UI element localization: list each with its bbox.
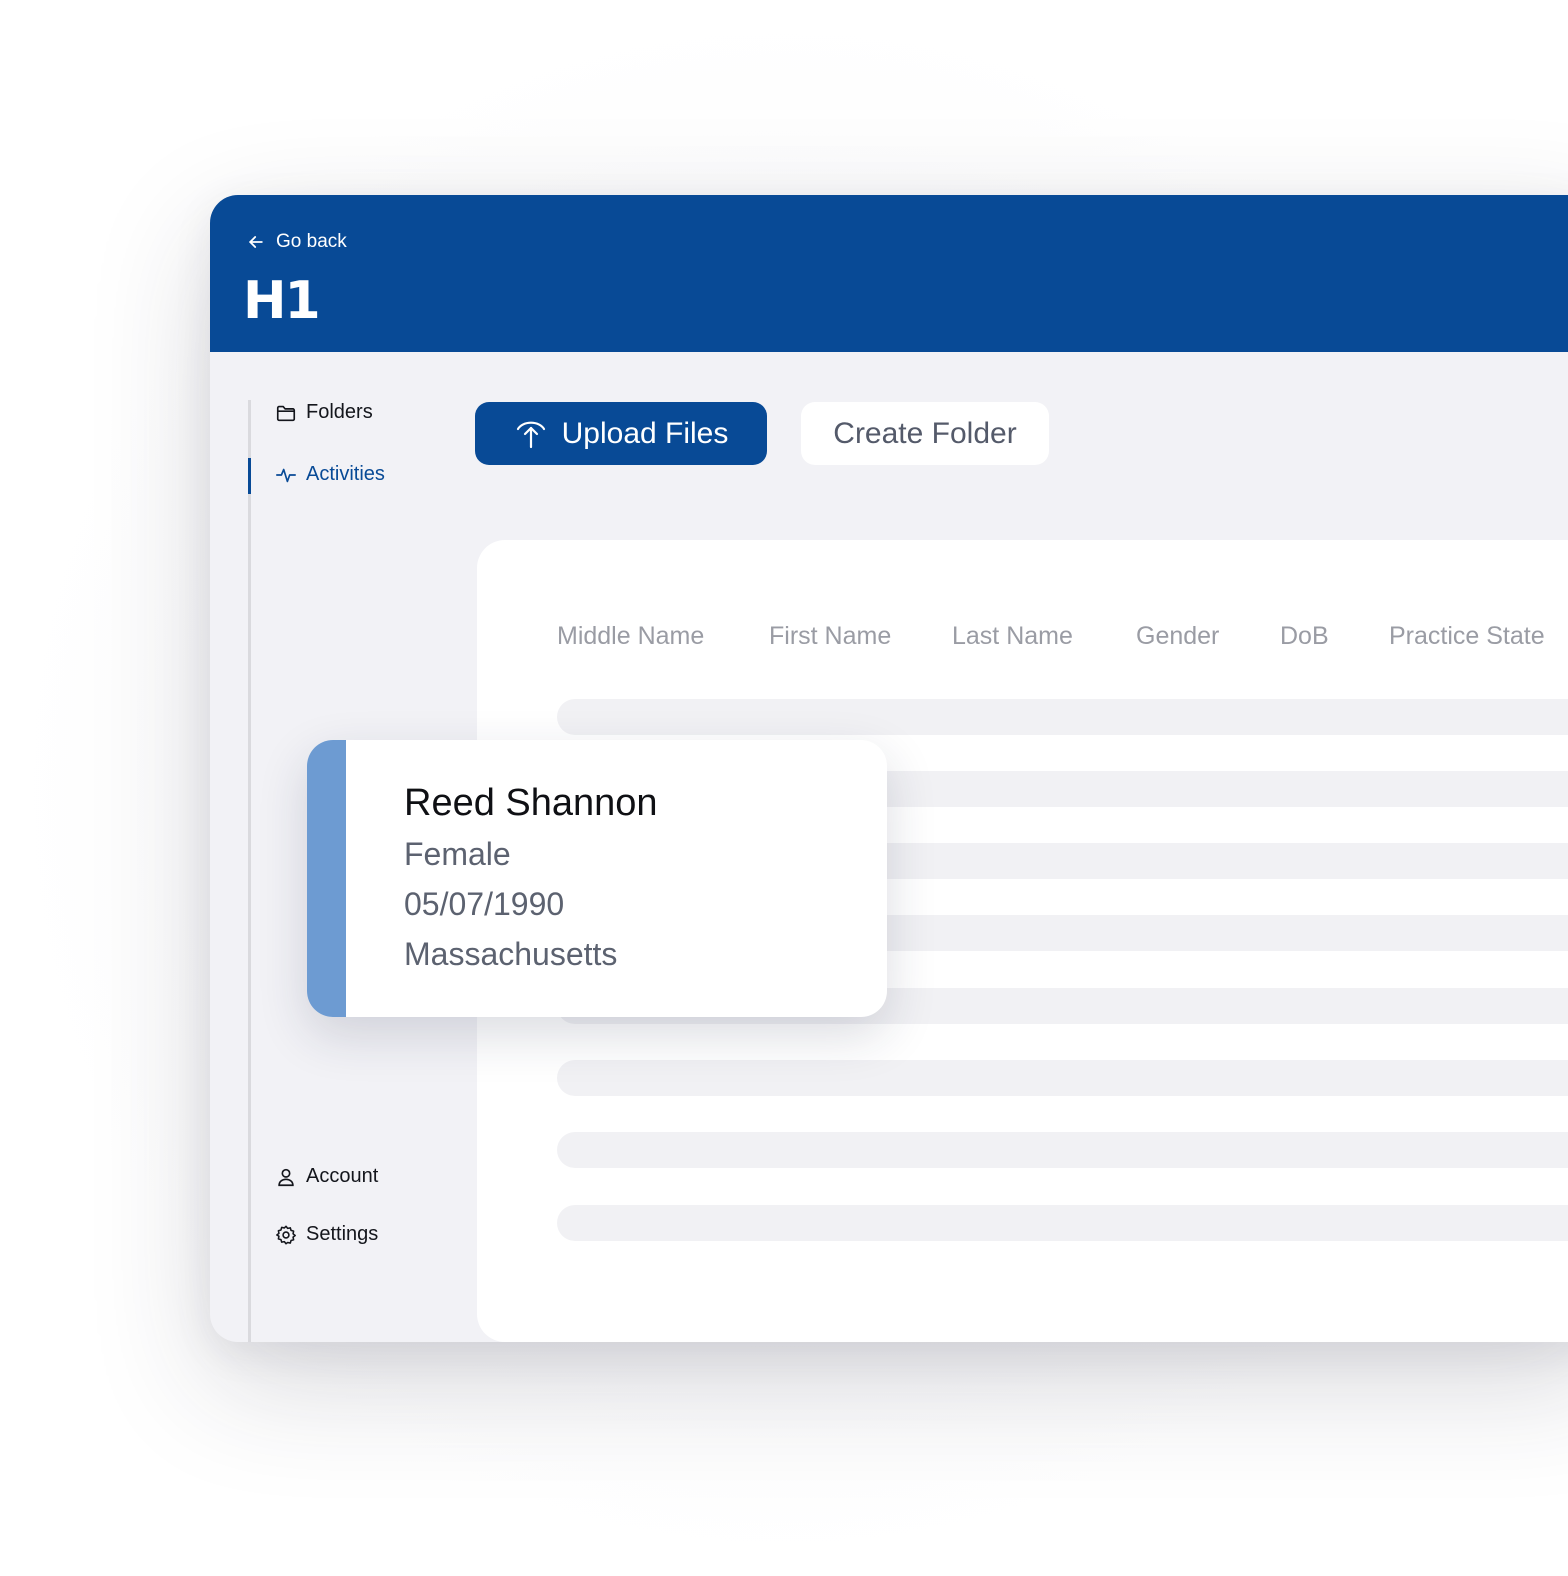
sidebar-item-label: Activities	[306, 463, 385, 485]
activity-icon	[276, 468, 296, 482]
sidebar-item-activities[interactable]: Activities	[275, 463, 385, 486]
create-folder-button[interactable]: Create Folder	[801, 402, 1049, 465]
upload-icon	[516, 421, 545, 448]
table-row-placeholder	[557, 1132, 1568, 1168]
profile-dob: 05/07/1990	[404, 886, 565, 922]
sidebar-item-label: Settings	[306, 1223, 379, 1245]
create-folder-label: Create Folder	[833, 416, 1017, 450]
profile-card[interactable]: Reed Shannon Female 05/07/1990 Massachus…	[307, 740, 887, 1017]
brand-logo: H1	[243, 271, 321, 331]
table-row-placeholder	[557, 699, 1568, 735]
profile-gender: Female	[404, 836, 511, 872]
stage: Go back H1 Folders Activities Account Se…	[0, 0, 1568, 1576]
upload-files-label: Upload Files	[561, 416, 729, 450]
gear-icon	[276, 1225, 296, 1244]
user-icon	[278, 1168, 294, 1186]
column-header-middle-name[interactable]: Middle Name	[557, 622, 704, 651]
sidebar-item-account[interactable]: Account	[275, 1165, 378, 1188]
profile-card-accent	[307, 740, 346, 1017]
go-back-link[interactable]: Go back	[246, 231, 347, 253]
sidebar-item-label: Account	[306, 1165, 379, 1187]
column-header-first-name[interactable]: First Name	[769, 622, 891, 651]
column-header-last-name[interactable]: Last Name	[952, 622, 1073, 651]
table-row-placeholder	[557, 1205, 1568, 1241]
column-header-practice-state[interactable]: Practice State	[1389, 622, 1545, 651]
app-header: Go back H1	[210, 195, 1568, 352]
upload-files-button[interactable]: Upload Files	[475, 402, 767, 465]
table-row-placeholder	[557, 1060, 1568, 1096]
column-header-dob[interactable]: DoB	[1280, 622, 1329, 651]
profile-state: Massachusetts	[404, 936, 618, 972]
go-back-label: Go back	[276, 231, 347, 252]
sidebar-active-indicator	[248, 458, 251, 494]
profile-name: Reed Shannon	[404, 782, 658, 824]
arrow-left-icon	[249, 236, 263, 248]
column-header-gender[interactable]: Gender	[1136, 622, 1219, 651]
folder-icon	[276, 405, 296, 421]
sidebar-item-label: Folders	[306, 401, 373, 423]
sidebar-item-folders[interactable]: Folders	[275, 401, 373, 424]
sidebar-divider	[248, 400, 251, 1342]
sidebar-item-settings[interactable]: Settings	[275, 1223, 378, 1246]
